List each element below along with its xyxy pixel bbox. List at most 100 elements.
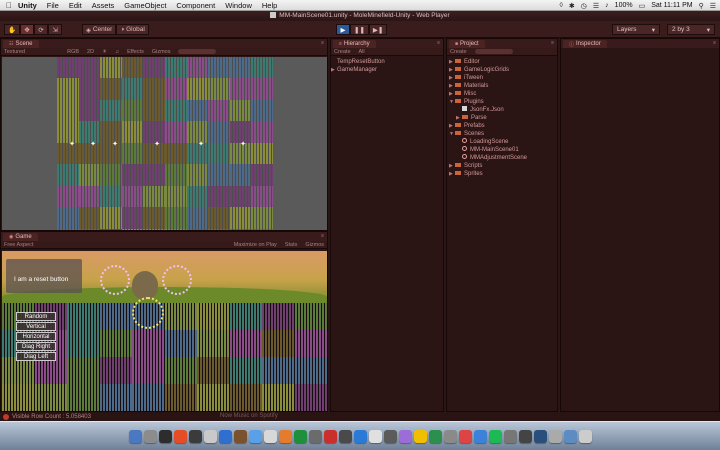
dock-app-icon[interactable] [473, 429, 487, 443]
menu-component[interactable]: Component [176, 1, 215, 10]
menu-window[interactable]: Window [225, 1, 252, 10]
tab-project[interactable]: ■ Project [449, 40, 485, 48]
battery-percentage[interactable]: 100% [615, 2, 633, 9]
dock-app-icon[interactable] [143, 429, 157, 443]
menu-assets[interactable]: Assets [92, 1, 115, 10]
reset-button[interactable]: I am a reset button [6, 259, 82, 293]
dock-app-icon[interactable] [353, 429, 367, 443]
hierarchy-search-input[interactable]: All [359, 49, 365, 55]
space-global-toggle[interactable]: ◑ Global [116, 24, 149, 35]
move-tool-icon[interactable]: ✥ [20, 24, 35, 35]
render-mode-dropdown[interactable]: RGB [67, 49, 79, 55]
dock-app-icon[interactable] [458, 429, 472, 443]
pause-icon[interactable]: ❚❚ [350, 24, 369, 35]
menu-app-name[interactable]: Unity [18, 1, 37, 10]
project-item[interactable]: ▼ Plugins [447, 98, 557, 106]
diag-left-button[interactable]: Diag Left [16, 352, 56, 361]
project-item[interactable]: ▶ Editor [447, 58, 557, 66]
play-icon[interactable]: ▶ [336, 24, 350, 35]
dock-app-icon[interactable] [368, 429, 382, 443]
notification-center-icon[interactable]: ☰ [710, 2, 716, 10]
stats-toggle[interactable]: Stats [285, 242, 298, 248]
dock-app-icon[interactable] [203, 429, 217, 443]
clock[interactable]: Sat 11:11 PM [651, 2, 692, 9]
project-item[interactable]: ▶ Scripts [447, 162, 557, 170]
step-icon[interactable]: ▶❚ [368, 24, 388, 35]
project-item[interactable]: MMAdjustmentScene [447, 154, 557, 162]
effects-dropdown[interactable]: Effects [127, 49, 144, 55]
dropbox-icon[interactable]: ◊ [559, 2, 562, 9]
menu-gameobject[interactable]: GameObject [124, 1, 166, 10]
project-item[interactable]: ▶ Prefabs [447, 122, 557, 130]
game-viewport[interactable]: I am a reset button Random Vertical Hori… [2, 251, 327, 411]
dock-app-icon[interactable] [428, 429, 442, 443]
dock-app-icon[interactable] [158, 429, 172, 443]
bluetooth-icon[interactable]: ✱ [569, 2, 575, 10]
volume-icon[interactable]: ♪ [605, 2, 609, 9]
dock-app-icon[interactable] [293, 429, 307, 443]
dock-app-icon[interactable] [278, 429, 292, 443]
panel-menu-icon[interactable]: ≡ [321, 40, 324, 46]
game-gizmos-dropdown[interactable]: Gizmos [305, 242, 324, 248]
shading-mode-dropdown[interactable]: Textured [4, 49, 25, 55]
tab-scene[interactable]: ☷ Scene [3, 40, 39, 48]
dock-app-icon[interactable] [128, 429, 142, 443]
tab-game[interactable]: ◉ Game [3, 233, 38, 241]
scene-search-input[interactable] [178, 49, 217, 54]
project-item[interactable]: ▶ Sprites [447, 170, 557, 178]
project-item[interactable]: LoadingScene [447, 138, 557, 146]
audio-icon[interactable]: ♫ [115, 49, 119, 55]
layout-dropdown[interactable]: 2 by 3 ▾ [667, 24, 715, 35]
dock-app-icon[interactable] [248, 429, 262, 443]
dock-app-icon[interactable] [173, 429, 187, 443]
dock-app-icon[interactable] [308, 429, 322, 443]
menu-edit[interactable]: Edit [69, 1, 82, 10]
project-item[interactable]: ▼ Scenes [447, 130, 557, 138]
menu-file[interactable]: File [47, 1, 59, 10]
horizontal-button[interactable]: Horizontal [16, 332, 56, 341]
clock-icon[interactable]: ◷ [581, 2, 587, 10]
diag-right-button[interactable]: Diag Right [16, 342, 56, 351]
project-item[interactable]: ▶ Parse [447, 114, 557, 122]
panel-menu-icon[interactable]: ≡ [437, 40, 440, 46]
wifi-icon[interactable]: ☰ [593, 2, 599, 10]
layers-dropdown[interactable]: Layers ▾ [612, 24, 660, 35]
dock-app-icon[interactable] [398, 429, 412, 443]
project-item[interactable]: ▶ iTween [447, 74, 557, 82]
dock-app-icon[interactable] [578, 429, 592, 443]
project-item[interactable]: JsonFx.Json [447, 106, 557, 114]
hand-tool-icon[interactable]: ✋ [4, 24, 21, 35]
lighting-icon[interactable]: ☀ [102, 49, 107, 55]
dock-app-icon[interactable] [263, 429, 277, 443]
status-message[interactable]: Visible Row Count : 5.058403 [12, 414, 91, 420]
dock-app-icon[interactable] [218, 429, 232, 443]
hierarchy-item[interactable]: ▶ GameManager [331, 66, 443, 74]
panel-menu-icon[interactable]: ≡ [551, 40, 554, 46]
random-button[interactable]: Random [16, 312, 56, 321]
project-item[interactable]: MM-MainScene01 [447, 146, 557, 154]
maximize-on-play-toggle[interactable]: Maximize on Play [234, 242, 277, 248]
project-item[interactable]: ▶ Misc [447, 90, 557, 98]
apple-icon[interactable]:  [0, 1, 18, 10]
dock-app-icon[interactable] [443, 429, 457, 443]
hierarchy-create-dropdown[interactable]: Create [334, 49, 351, 55]
dock-app-icon[interactable] [383, 429, 397, 443]
pivot-center-toggle[interactable]: ◈ Center [82, 24, 117, 35]
project-create-dropdown[interactable]: Create [450, 49, 467, 55]
project-search-input[interactable] [474, 49, 513, 54]
project-item[interactable]: ▶ GameLogicGrids [447, 66, 557, 74]
dock-app-icon[interactable] [518, 429, 532, 443]
dock-app-icon[interactable] [188, 429, 202, 443]
rotate-tool-icon[interactable]: ⟳ [34, 24, 49, 35]
spotlight-icon[interactable]: ⚲ [699, 2, 704, 10]
hierarchy-item[interactable]: TempResetButton [331, 58, 443, 66]
dock-app-icon[interactable] [488, 429, 502, 443]
dock-app-icon[interactable] [533, 429, 547, 443]
gizmos-dropdown[interactable]: Gizmos [152, 49, 171, 55]
panel-menu-icon[interactable]: ≡ [321, 233, 324, 239]
aspect-dropdown[interactable]: Free Aspect [4, 242, 33, 248]
dock-app-icon[interactable] [503, 429, 517, 443]
dock-app-icon[interactable] [548, 429, 562, 443]
dock-app-icon[interactable] [413, 429, 427, 443]
dock-app-icon[interactable] [338, 429, 352, 443]
